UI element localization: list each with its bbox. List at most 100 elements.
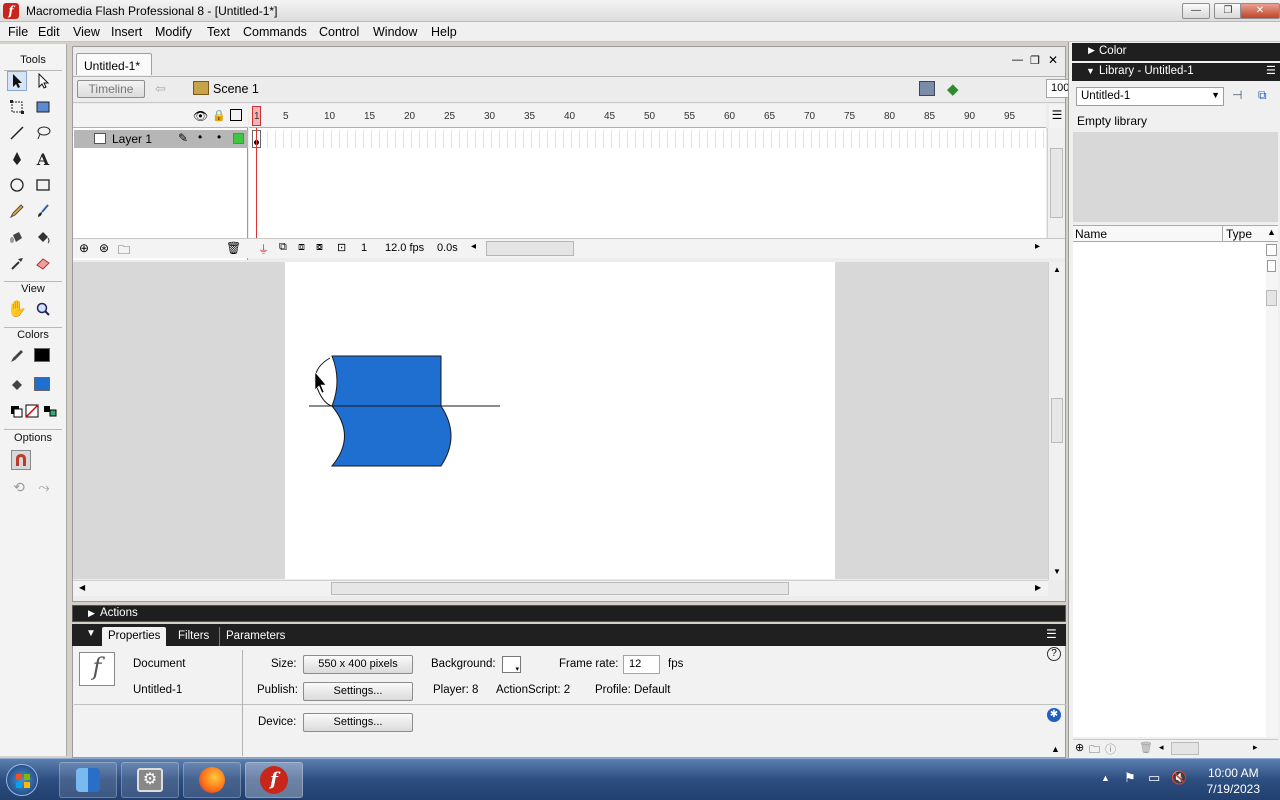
scroll-right-icon[interactable]: ▶: [1035, 583, 1041, 592]
doc-minimize-icon[interactable]: —: [1012, 54, 1023, 66]
menu-insert[interactable]: Insert: [111, 25, 142, 39]
stage-hscrollbar[interactable]: ◀ ▶: [73, 580, 1048, 596]
scroll-up-icon[interactable]: ▲: [1053, 265, 1061, 274]
new-library-panel-icon[interactable]: ⧉: [1258, 88, 1267, 103]
pencil-tool-icon[interactable]: [7, 201, 27, 221]
stage-drawing[interactable]: [285, 262, 835, 579]
pen-tool-icon[interactable]: [7, 149, 27, 169]
scrollbar-thumb[interactable]: [331, 582, 789, 595]
rectangle-tool-icon[interactable]: [33, 175, 53, 195]
tab-parameters[interactable]: Parameters: [219, 627, 291, 646]
tab-properties[interactable]: Properties: [102, 627, 167, 646]
help-icon[interactable]: ?: [1047, 647, 1061, 661]
wide-view-icon[interactable]: [1266, 244, 1277, 256]
panel-menu-icon[interactable]: ☰: [1266, 64, 1276, 77]
onion-skin-icon[interactable]: ⧉: [279, 241, 287, 254]
properties-icon[interactable]: ⓘ: [1105, 741, 1116, 757]
publish-settings-button[interactable]: Settings...: [303, 682, 413, 701]
fill-color-swatch[interactable]: [34, 377, 50, 391]
edit-scene-icon[interactable]: [919, 81, 935, 96]
onion-outline-icon[interactable]: ⧈: [298, 241, 305, 254]
library-document-select[interactable]: Untitled-1 ▼: [1076, 87, 1224, 106]
blue-shape-top[interactable]: [331, 355, 442, 407]
pin-library-icon[interactable]: ⊣: [1232, 88, 1242, 102]
insert-folder-icon[interactable]: 🗀: [118, 241, 130, 262]
scrollbar-thumb[interactable]: [1266, 290, 1277, 306]
scroll-left-icon[interactable]: ◀: [79, 583, 85, 592]
close-button[interactable]: ✕: [1240, 3, 1280, 19]
lock-dot-icon[interactable]: •: [217, 130, 221, 144]
menu-text[interactable]: Text: [207, 25, 230, 39]
scroll-left-icon[interactable]: ◂: [471, 241, 476, 252]
eye-icon[interactable]: 👁: [193, 109, 208, 123]
taskbar-settings-icon[interactable]: ⚙: [121, 762, 179, 798]
frame-ruler[interactable]: 1 5 10 15 20 25 30 35 40 45 50 55 60 65 …: [249, 104, 1046, 128]
edit-multiple-frames-icon[interactable]: ⧇: [316, 241, 323, 254]
scrollbar-thumb[interactable]: [1051, 398, 1063, 443]
selection-tool-icon[interactable]: [7, 71, 27, 91]
expand-panel-icon[interactable]: ▲: [1051, 744, 1060, 754]
timeline-menu-icon[interactable]: ☰: [1049, 104, 1065, 128]
lasso-tool-icon[interactable]: [33, 123, 53, 143]
straighten-icon[interactable]: ⤳: [34, 477, 54, 497]
action-center-flag-icon[interactable]: ⚑: [1124, 770, 1136, 786]
line-tool-icon[interactable]: [7, 123, 27, 143]
document-tab[interactable]: Untitled-1*: [76, 53, 152, 75]
scroll-right-icon[interactable]: ▸: [1253, 742, 1258, 753]
menu-modify[interactable]: Modify: [155, 25, 192, 39]
library-vscrollbar[interactable]: [1266, 242, 1278, 737]
doc-close-icon[interactable]: ✕: [1048, 53, 1058, 67]
eraser-tool-icon[interactable]: [33, 253, 53, 273]
library-list[interactable]: [1073, 242, 1266, 737]
no-color-icon[interactable]: [22, 401, 42, 421]
volume-muted-icon[interactable]: 🔇: [1171, 770, 1187, 786]
taskbar-finder-icon[interactable]: [59, 762, 117, 798]
taskbar-flash-icon[interactable]: f: [245, 762, 303, 798]
timeline-toggle-button[interactable]: Timeline: [77, 80, 145, 98]
outline-color-swatch[interactable]: [233, 133, 244, 144]
delete-layer-icon[interactable]: 🗑: [226, 241, 241, 255]
show-hidden-icons[interactable]: ▲: [1101, 773, 1110, 783]
free-transform-tool-icon[interactable]: [7, 97, 27, 117]
center-frame-icon[interactable]: ⏚: [258, 241, 269, 257]
panel-menu-icon[interactable]: ☰: [1046, 627, 1057, 641]
layer-name[interactable]: Layer 1: [112, 132, 152, 146]
background-color-swatch[interactable]: ▾: [502, 656, 521, 673]
ink-bottle-tool-icon[interactable]: [7, 227, 27, 247]
text-tool-icon[interactable]: A: [33, 149, 53, 169]
add-motion-guide-icon[interactable]: ⊛: [99, 241, 109, 255]
timeline-vscrollbar[interactable]: [1047, 128, 1065, 238]
menu-edit[interactable]: Edit: [38, 25, 60, 39]
menu-commands[interactable]: Commands: [243, 25, 307, 39]
start-button[interactable]: [6, 764, 38, 796]
collapse-arrow-icon[interactable]: ▼: [86, 628, 96, 639]
swap-colors-icon[interactable]: [40, 401, 60, 421]
smooth-icon[interactable]: ⟲: [9, 477, 29, 497]
insert-layer-icon[interactable]: ⊕: [79, 241, 89, 255]
visibility-dot-icon[interactable]: •: [198, 130, 202, 144]
menu-view[interactable]: View: [73, 25, 100, 39]
menu-window[interactable]: Window: [373, 25, 417, 39]
new-symbol-icon[interactable]: ⊕: [1075, 741, 1084, 754]
scroll-right-icon[interactable]: ▸: [1035, 241, 1040, 252]
back-arrow-icon[interactable]: ⇦: [155, 81, 166, 97]
brush-tool-icon[interactable]: [33, 201, 53, 221]
taskbar-firefox-icon[interactable]: [183, 762, 241, 798]
scroll-left-icon[interactable]: ◂: [1159, 742, 1164, 753]
paint-bucket-tool-icon[interactable]: [33, 227, 53, 247]
library-panel-header[interactable]: ▼ Library - Untitled-1 ☰: [1072, 63, 1280, 81]
minimize-button[interactable]: —: [1182, 3, 1210, 19]
narrow-view-icon[interactable]: [1267, 260, 1276, 272]
network-icon[interactable]: ▭: [1148, 770, 1160, 786]
column-name[interactable]: Name: [1075, 227, 1107, 241]
modify-onion-markers-icon[interactable]: ⊡: [337, 241, 346, 254]
snap-to-objects-icon[interactable]: [11, 450, 31, 470]
device-settings-button[interactable]: Settings...: [303, 713, 413, 732]
delete-icon[interactable]: 🗑: [1139, 741, 1153, 754]
column-type[interactable]: Type: [1226, 227, 1252, 241]
sort-icon[interactable]: ▲: [1267, 227, 1276, 237]
hand-tool-icon[interactable]: ✋: [7, 299, 27, 319]
system-clock[interactable]: 10:00 AM 7/19/2023: [1207, 765, 1260, 797]
lock-icon[interactable]: 🔒: [212, 109, 226, 122]
menu-file[interactable]: File: [8, 25, 28, 39]
